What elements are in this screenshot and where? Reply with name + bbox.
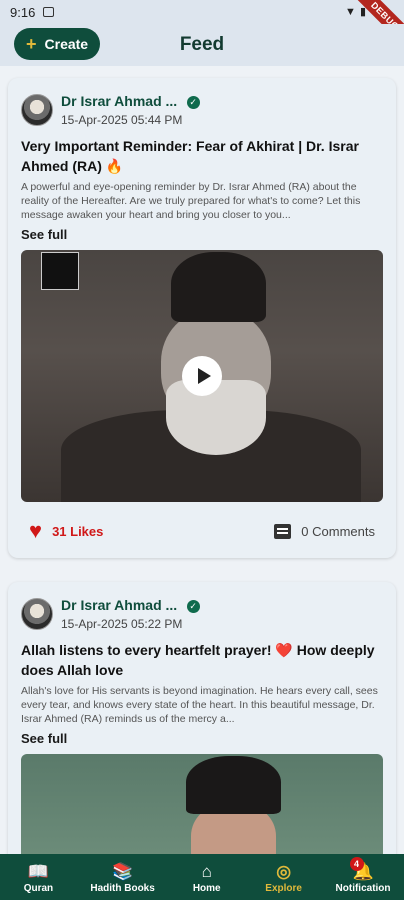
play-icon[interactable]: [182, 356, 222, 396]
post-card: Dr Israr Ahmad ... ✓ 15-Apr-2025 05:44 P…: [8, 78, 396, 558]
status-time: 9:16: [10, 4, 36, 20]
create-button[interactable]: + Create: [14, 28, 101, 60]
bottom-navigation: 📖 Quran 📚 Hadith Books ⌂ Home ◎ Explore …: [0, 854, 404, 900]
nav-label: Hadith Books: [90, 883, 155, 894]
nav-home[interactable]: ⌂ Home: [182, 862, 232, 895]
post-author-row[interactable]: Dr Israr Ahmad ... ✓ 15-Apr-2025 05:22 P…: [21, 596, 383, 632]
video-figure-beard: [166, 380, 266, 455]
see-full-link[interactable]: See full: [21, 731, 67, 746]
comments-button[interactable]: 0 Comments: [274, 523, 375, 539]
home-icon: ⌂: [201, 862, 212, 881]
wifi-icon: ▼: [345, 5, 356, 18]
nav-explore[interactable]: ◎ Explore: [259, 862, 309, 895]
post-title: Very Important Reminder: Fear of Akhirat…: [21, 138, 359, 174]
post-description: Allah's love for His servants is beyond …: [21, 685, 378, 725]
avatar[interactable]: [21, 94, 53, 126]
plus-icon: +: [26, 34, 37, 54]
comments-count: 0 Comments: [301, 523, 375, 539]
nav-hadith-books[interactable]: 📚 Hadith Books: [90, 862, 155, 895]
verified-icon: ✓: [186, 96, 200, 109]
author-name[interactable]: Dr Israr Ahmad ...: [61, 597, 177, 613]
post-author-row[interactable]: Dr Israr Ahmad ... ✓ 15-Apr-2025 05:44 P…: [21, 92, 383, 128]
notification-status-icon: [43, 7, 55, 17]
comment-icon: [274, 523, 292, 539]
nav-label: Home: [192, 883, 221, 894]
status-icons: ▼ ▮: [345, 5, 366, 19]
nav-label: Quran: [23, 883, 54, 894]
see-full-link[interactable]: See full: [21, 227, 67, 242]
compass-icon: ◎: [276, 862, 292, 881]
post-description: A powerful and eye-opening reminder by D…: [21, 181, 361, 221]
nav-quran[interactable]: 📖 Quran: [13, 862, 63, 895]
post-card: Dr Israr Ahmad ... ✓ 15-Apr-2025 05:22 P…: [8, 582, 396, 854]
verified-icon: ✓: [186, 600, 200, 613]
post-date: 15-Apr-2025 05:22 PM: [61, 617, 183, 631]
nav-notification[interactable]: 4 🔔 Notification: [335, 857, 391, 894]
post-date: 15-Apr-2025 05:44 PM: [61, 113, 183, 127]
notification-badge: 4: [349, 857, 364, 871]
video-figure-cap: [186, 756, 281, 814]
nav-label: Notification: [335, 883, 391, 894]
video-figure-cap: [171, 252, 266, 322]
video-thumbnail[interactable]: [21, 250, 383, 502]
likes-count: 31 Likes: [52, 523, 104, 539]
nav-label: Explore: [265, 883, 302, 894]
video-thumbnail[interactable]: [21, 754, 383, 854]
channel-logo-icon: [41, 252, 79, 290]
like-button[interactable]: ♥ 31 Likes: [29, 520, 103, 542]
status-bar: 9:16 ▼ ▮: [0, 0, 404, 24]
heart-icon: ♥: [29, 518, 43, 543]
post-actions: ♥ 31 Likes 0 Comments: [21, 514, 383, 548]
post-title: Allah listens to every heartfelt prayer!…: [21, 642, 375, 678]
books-icon: 📚: [112, 862, 134, 881]
app-bar: + Create Feed: [0, 24, 404, 66]
author-name[interactable]: Dr Israr Ahmad ...: [61, 93, 177, 109]
feed-list[interactable]: Dr Israr Ahmad ... ✓ 15-Apr-2025 05:44 P…: [0, 66, 404, 854]
avatar[interactable]: [21, 598, 53, 630]
create-label: Create: [44, 36, 89, 52]
book-icon: 📖: [27, 862, 50, 881]
